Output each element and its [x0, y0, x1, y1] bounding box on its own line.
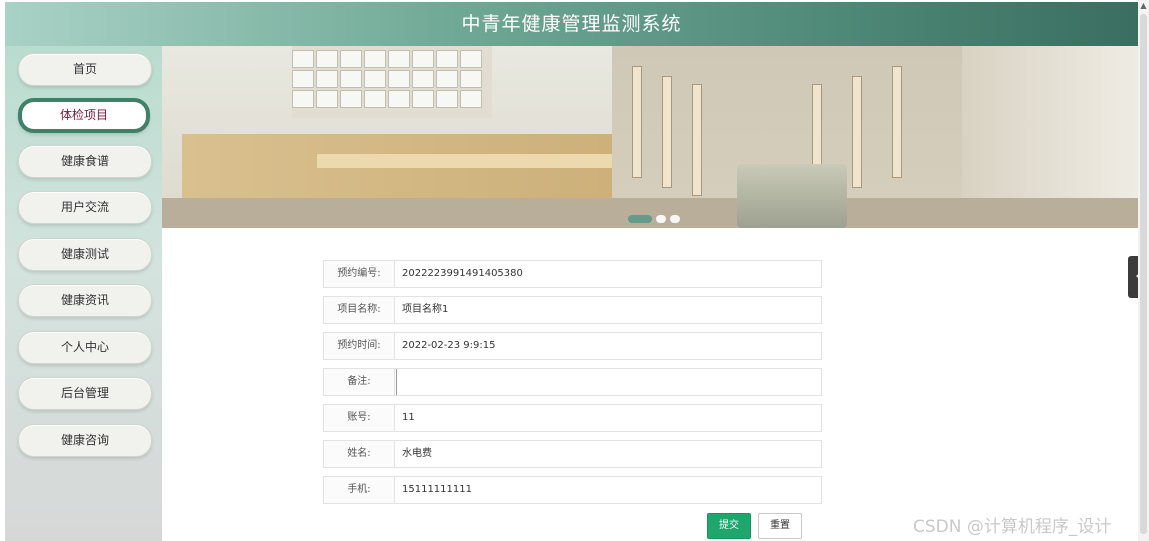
carousel-dots: [628, 208, 684, 227]
carousel-dot[interactable]: [628, 215, 652, 223]
form-row-booking-time: 预约时间:: [323, 332, 828, 360]
banner-door: [852, 76, 862, 188]
banner-door: [892, 66, 902, 178]
form-row-project-name: 项目名称:: [323, 296, 828, 324]
app-window: 中青年健康管理监测系统 首页 体检项目 健康食谱 用户交流 健康测试 健康资讯 …: [0, 0, 1149, 541]
banner-shelf: [292, 46, 492, 118]
account-field[interactable]: [396, 405, 828, 431]
name-field[interactable]: [396, 441, 828, 467]
form-row-name: 姓名:: [323, 440, 828, 468]
sidebar-item-news[interactable]: 健康资讯: [18, 284, 152, 317]
form-row-booking-number: 预约编号:: [323, 260, 828, 288]
banner-image: [162, 46, 1138, 228]
sidebar-item-community[interactable]: 用户交流: [18, 191, 152, 224]
sidebar: 首页 体检项目 健康食谱 用户交流 健康测试 健康资讯 个人中心 后台管理 健康…: [5, 46, 162, 541]
reset-button[interactable]: 重置: [758, 513, 802, 539]
project-name-field[interactable]: [396, 297, 828, 323]
sidebar-item-admin[interactable]: 后台管理: [18, 377, 152, 410]
booking-number-label: 预约编号:: [324, 261, 395, 287]
sidebar-item-consult[interactable]: 健康咨询: [18, 424, 152, 457]
banner-counter-top: [317, 154, 617, 168]
sidebar-item-home[interactable]: 首页: [18, 53, 152, 86]
booking-time-field[interactable]: [396, 333, 828, 359]
phone-label: 手机:: [324, 477, 395, 503]
banner-chairs: [737, 164, 847, 228]
booking-number-field[interactable]: [396, 261, 828, 287]
banner-door: [662, 76, 672, 188]
remarks-label: 备注:: [324, 369, 395, 395]
sidebar-item-checkup[interactable]: 体检项目: [18, 98, 150, 133]
account-label: 账号:: [324, 405, 395, 431]
phone-field[interactable]: [396, 477, 828, 503]
sidebar-item-profile[interactable]: 个人中心: [18, 331, 152, 364]
banner-door: [632, 66, 642, 178]
banner-counter: [182, 134, 612, 204]
form-row-phone: 手机:: [323, 476, 828, 504]
carousel-dot[interactable]: [670, 215, 680, 223]
name-label: 姓名:: [324, 441, 395, 467]
project-name-label: 项目名称:: [324, 297, 395, 323]
form-row-account: 账号:: [323, 404, 828, 432]
page-title: 中青年健康管理监测系统: [461, 13, 682, 35]
sidebar-item-health-test[interactable]: 健康测试: [18, 238, 152, 271]
watermark: CSDN @计算机程序_设计: [913, 517, 1112, 537]
carousel-dot[interactable]: [656, 215, 666, 223]
page-header: 中青年健康管理监测系统: [5, 2, 1138, 46]
scrollbar-thumb[interactable]: [1140, 14, 1147, 534]
booking-time-label: 预约时间:: [324, 333, 395, 359]
form-row-remarks: 备注:: [323, 368, 829, 396]
submit-button[interactable]: 提交: [707, 513, 751, 539]
banner-door: [692, 84, 702, 196]
sidebar-item-recipes[interactable]: 健康食谱: [18, 145, 152, 178]
remarks-field[interactable]: [396, 369, 829, 395]
scroll-up-arrow-icon[interactable]: ▲: [1139, 1, 1148, 10]
